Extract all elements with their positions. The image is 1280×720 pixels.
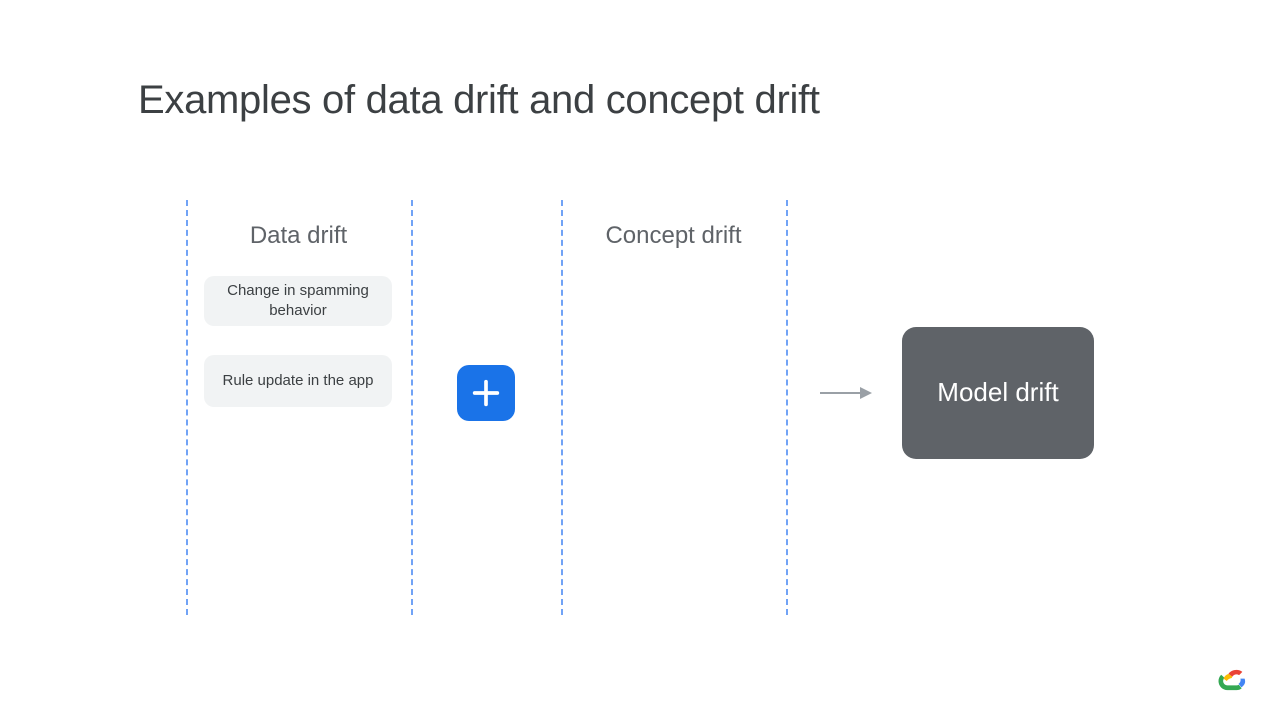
plus-icon [457,365,515,421]
pill-data-drift-1: Change in spamming behavior [204,276,392,326]
result-model-drift: Model drift [902,327,1094,459]
heading-data-drift: Data drift [186,222,411,250]
arrow-head [860,387,872,399]
divider-4 [786,200,788,615]
pill-data-drift-2: Rule update in the app [204,355,392,407]
arrow-icon [820,387,872,399]
divider-3 [561,200,563,615]
heading-concept-drift: Concept drift [561,222,786,250]
slide: Examples of data drift and concept drift… [0,0,1280,720]
google-cloud-logo-icon [1214,662,1250,698]
arrow-shaft [820,392,860,394]
divider-2 [411,200,413,615]
slide-title: Examples of data drift and concept drift [138,78,820,123]
divider-1 [186,200,188,615]
